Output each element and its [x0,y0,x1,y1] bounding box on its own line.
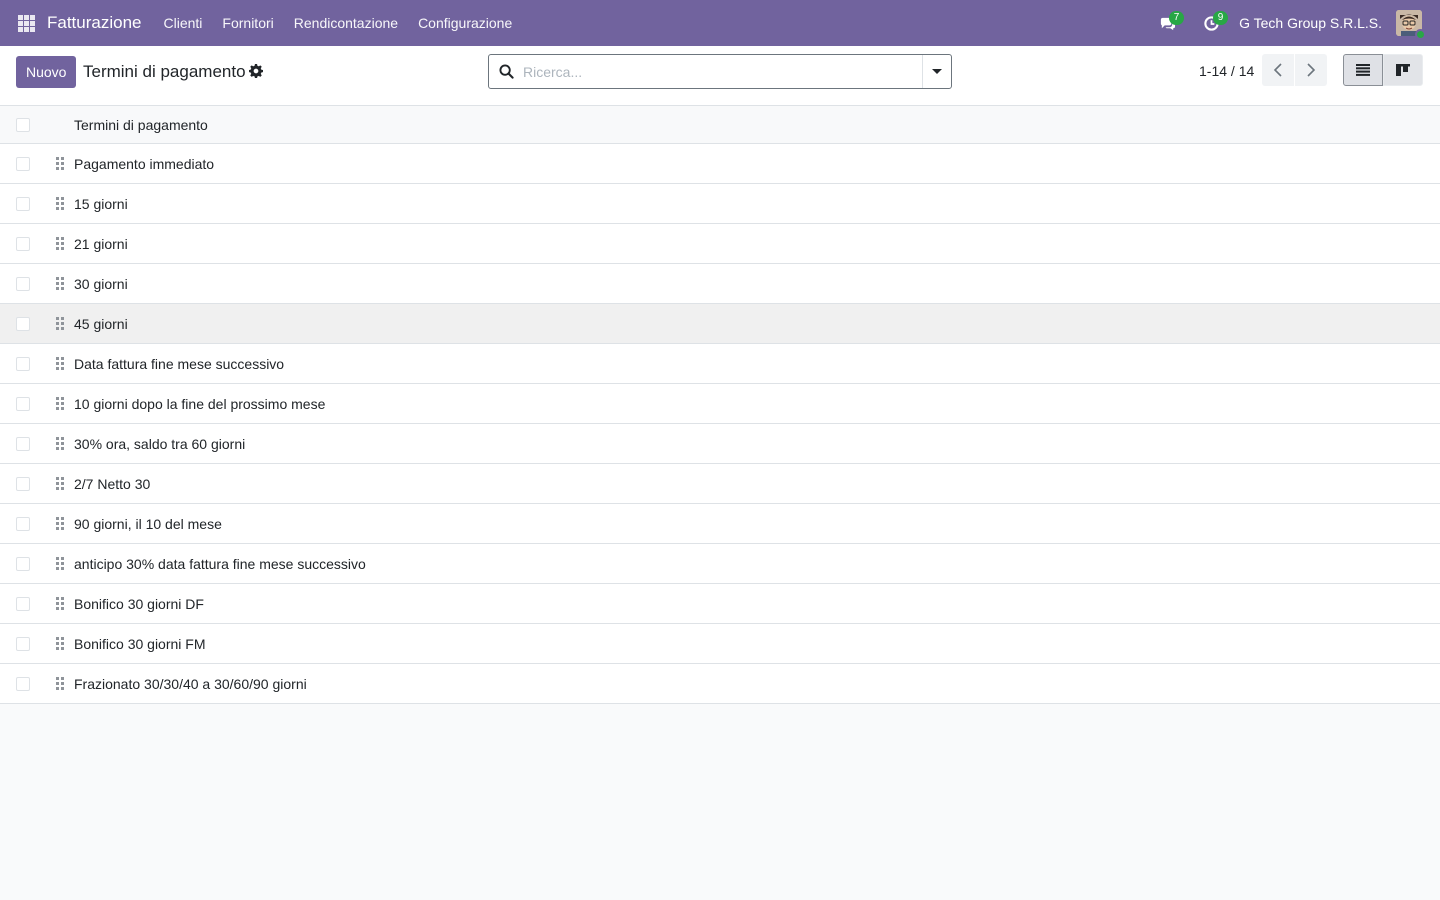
table-row[interactable]: 30% ora, saldo tra 60 giorni [0,424,1440,464]
drag-handle-icon[interactable] [56,677,64,690]
menu-clienti[interactable]: Clienti [154,0,213,46]
row-checkbox[interactable] [16,636,30,651]
table-row[interactable]: Pagamento immediato [0,144,1440,184]
table-row[interactable]: 10 giorni dopo la fine del prossimo mese [0,384,1440,424]
messages-count-badge: 7 [1169,11,1185,25]
app-name[interactable]: Fatturazione [47,13,142,33]
table-row[interactable]: 21 giorni [0,224,1440,264]
table-row[interactable]: 15 giorni [0,184,1440,224]
row-checkbox[interactable] [16,356,30,371]
payment-term-name: Bonifico 30 giorni DF [74,595,204,612]
row-checkbox[interactable] [16,436,30,451]
payment-term-name: 30 giorni [74,275,128,292]
row-checkbox[interactable] [16,556,30,571]
pager-previous-button[interactable] [1262,54,1294,86]
drag-handle-icon[interactable] [56,397,64,410]
payment-term-name: Frazionato 30/30/40 a 30/60/90 giorni [74,675,307,692]
select-all-checkbox[interactable] [16,117,30,132]
payment-term-name: anticipo 30% data fattura fine mese succ… [74,555,366,572]
drag-handle-icon[interactable] [56,637,64,650]
pager-next-button[interactable] [1295,54,1327,86]
pager-buttons [1262,54,1327,86]
drag-handle-icon[interactable] [56,157,64,170]
online-status-dot [1415,29,1426,40]
table-row[interactable]: anticipo 30% data fattura fine mese succ… [0,544,1440,584]
view-switcher [1343,54,1423,86]
menu-fornitori[interactable]: Fornitori [212,0,283,46]
menu-configurazione[interactable]: Configurazione [408,0,522,46]
table-row[interactable]: 30 giorni [0,264,1440,304]
payment-term-name: 45 giorni [74,315,128,332]
apps-menu-icon[interactable] [0,0,52,46]
search-bar [488,54,952,89]
row-checkbox[interactable] [16,196,30,211]
chevron-right-icon [1307,63,1316,77]
caret-down-icon [932,69,942,74]
drag-handle-icon[interactable] [56,237,64,250]
menu-rendicontazione[interactable]: Rendicontazione [284,0,408,46]
user-avatar[interactable] [1396,10,1426,40]
drag-handle-icon[interactable] [56,477,64,490]
row-checkbox[interactable] [16,396,30,411]
row-checkbox[interactable] [16,276,30,291]
table-row[interactable]: 45 giorni [0,304,1440,344]
payment-term-name: 2/7 Netto 30 [74,475,151,492]
drag-handle-icon[interactable] [56,357,64,370]
chevron-left-icon [1273,63,1282,77]
control-panel: Nuovo Termini di pagamento 1-14 / 14 [0,46,1440,106]
payment-term-name: Data fattura fine mese successivo [74,355,285,372]
search-options-toggle[interactable] [922,55,951,88]
list-header: Termini di pagamento [0,106,1440,144]
payment-term-name: 30% ora, saldo tra 60 giorni [74,435,246,452]
row-checkbox[interactable] [16,516,30,531]
row-checkbox[interactable] [16,596,30,611]
row-checkbox[interactable] [16,476,30,491]
drag-handle-icon[interactable] [56,277,64,290]
kanban-view-button[interactable] [1383,54,1423,86]
drag-handle-icon[interactable] [56,437,64,450]
table-row[interactable]: Frazionato 30/30/40 a 30/60/90 giorni [0,664,1440,704]
payment-term-name: 15 giorni [74,195,128,212]
pager-value[interactable]: 1-14 / 14 [1199,63,1254,79]
drag-handle-icon[interactable] [56,597,64,610]
messages-button[interactable]: 7 [1145,0,1189,46]
payment-term-name: 10 giorni dopo la fine del prossimo mese [74,395,326,412]
drag-handle-icon[interactable] [56,317,64,330]
payment-term-name: 90 giorni, il 10 del mese [74,515,222,532]
column-header-termini[interactable]: Termini di pagamento [74,117,208,133]
drag-handle-icon[interactable] [56,517,64,530]
table-row[interactable]: Data fattura fine mese successivo [0,344,1440,384]
table-row[interactable]: Bonifico 30 giorni DF [0,584,1440,624]
gear-icon[interactable] [249,64,263,78]
activities-count-badge: 9 [1213,11,1229,25]
search-input[interactable] [523,56,922,87]
kanban-view-icon [1396,64,1410,76]
drag-handle-icon[interactable] [56,197,64,210]
payment-term-name: Pagamento immediato [74,155,215,172]
top-navbar: Fatturazione Clienti Fornitori Rendicont… [0,0,1440,46]
row-checkbox[interactable] [16,156,30,171]
activities-button[interactable]: 9 [1189,0,1233,46]
row-checkbox[interactable] [16,316,30,331]
page-title: Termini di pagamento [83,62,246,81]
payment-terms-list: Termini di pagamento Pagamento immediato… [0,106,1440,704]
table-row[interactable]: 2/7 Netto 30 [0,464,1440,504]
drag-handle-icon[interactable] [56,557,64,570]
table-row[interactable]: Bonifico 30 giorni FM [0,624,1440,664]
payment-term-name: 21 giorni [74,235,128,252]
table-row[interactable]: 90 giorni, il 10 del mese [0,504,1440,544]
list-view-button[interactable] [1343,54,1383,86]
row-checkbox[interactable] [16,676,30,691]
new-button[interactable]: Nuovo [16,56,77,88]
company-switcher[interactable]: G Tech Group S.R.L.S. [1239,15,1382,31]
list-view-icon [1356,64,1370,76]
payment-term-name: Bonifico 30 giorni FM [74,635,206,652]
row-checkbox[interactable] [16,236,30,251]
search-icon [489,55,523,88]
